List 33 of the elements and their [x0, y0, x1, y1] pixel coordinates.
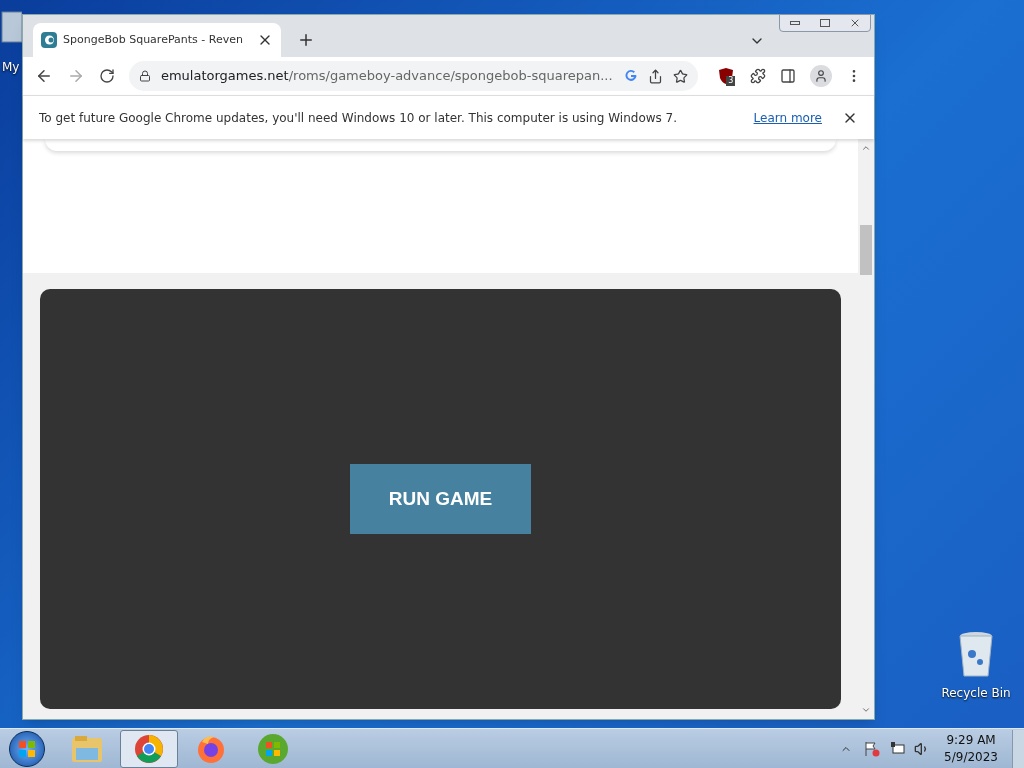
browser-tab[interactable]: SpongeBob SquarePants - Reven: [33, 23, 281, 57]
scroll-down-icon[interactable]: [861, 705, 871, 715]
scroll-up-icon[interactable]: [861, 143, 871, 153]
google-icon[interactable]: [624, 69, 639, 83]
clock[interactable]: 9:29 AM 5/9/2023: [944, 731, 998, 766]
site-logo-icon: [41, 32, 57, 48]
learn-more-link[interactable]: Learn more: [753, 108, 822, 127]
address-bar[interactable]: emulatorgames.net/roms/gameboy-advance/spongebob-squarepan...: [128, 61, 699, 91]
bookmark-icon[interactable]: [673, 68, 689, 84]
run-game-button[interactable]: RUN GAME: [350, 464, 531, 534]
lock-icon: [138, 70, 151, 82]
clock-time: 9:29 AM: [946, 731, 996, 749]
windows-logo-icon: [18, 739, 36, 758]
side-panel-icon[interactable]: [780, 68, 797, 84]
info-message: To get future Google Chrome updates, you'll need Windows 10 or later. This computer is using Windows 7.: [39, 109, 679, 127]
url-text: emulatorgames.net/roms/gameboy-advance/spongebob-squarepan...: [160, 67, 614, 86]
clock-date: 5/9/2023: [944, 748, 998, 766]
desktop-icon-label[interactable]: Recycle Bin: [941, 684, 1011, 702]
new-tab-icon[interactable]: [297, 31, 315, 49]
flag-icon[interactable]: [864, 740, 881, 757]
profile-icon[interactable]: [810, 65, 833, 87]
extensions-icon[interactable]: [750, 68, 767, 84]
reload-icon[interactable]: [98, 68, 115, 84]
taskbar-app[interactable]: [120, 729, 178, 768]
extension-badge: 3: [726, 76, 736, 86]
start-button[interactable]: [9, 730, 45, 767]
share-icon[interactable]: [648, 68, 664, 84]
desktop-icon-label[interactable]: My: [2, 58, 20, 76]
recycle-bin-icon[interactable]: [958, 630, 994, 678]
back-icon[interactable]: [35, 67, 53, 85]
tab-title: SpongeBob SquarePants - Reven: [63, 31, 244, 48]
scrollbar-thumb[interactable]: [860, 225, 872, 275]
network-icon[interactable]: [890, 740, 907, 757]
